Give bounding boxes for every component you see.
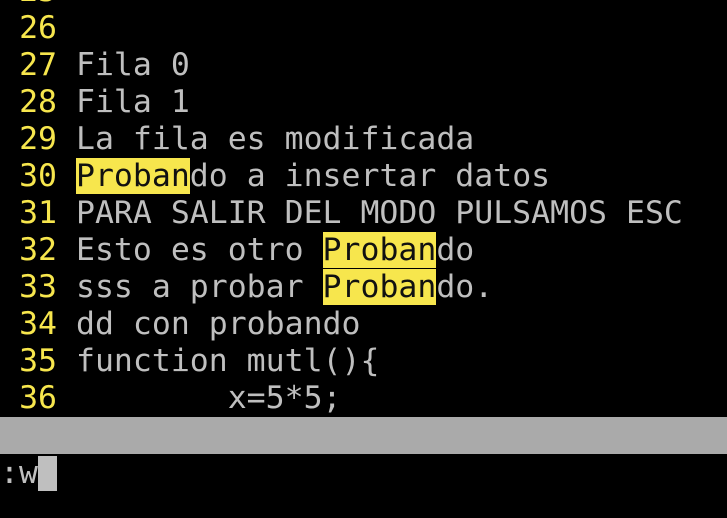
text-segment: function mutl(){ — [76, 343, 380, 379]
gutter-separator — [57, 10, 76, 47]
text-segment: do — [436, 232, 475, 268]
gutter-separator — [57, 84, 76, 121]
text-segment: sss a probar — [76, 269, 323, 305]
gutter-separator — [57, 47, 76, 84]
text-segment: La fila es modificada — [76, 121, 475, 157]
line-text[interactable]: function mutl(){ — [76, 343, 379, 380]
editor-line[interactable]: 25 — [0, 0, 727, 10]
command-text[interactable]: :w — [0, 455, 38, 492]
line-number: 34 — [19, 306, 57, 342]
editor-line[interactable]: 27 Fila 0 — [0, 47, 727, 84]
gutter-separator — [57, 232, 76, 269]
gutter-separator — [57, 343, 76, 380]
editor-line[interactable]: 29 La fila es modificada — [0, 121, 727, 158]
cursor — [37, 456, 57, 491]
line-number: 32 — [19, 232, 57, 268]
editor-line[interactable]: 34 dd con probando — [0, 306, 727, 343]
gutter-separator — [57, 380, 76, 417]
editor-line[interactable]: 26 — [0, 10, 727, 47]
line-number: 31 — [19, 195, 57, 231]
line-text[interactable]: Esto es otro Probando — [76, 232, 474, 269]
line-text[interactable]: La fila es modificada — [76, 121, 474, 158]
editor-line[interactable]: 31 PARA SALIR DEL MODO PULSAMOS ESC — [0, 195, 727, 232]
search-match: Proban — [76, 158, 190, 194]
line-text[interactable]: x=5*5; — [76, 380, 342, 417]
editor-line[interactable]: 32 Esto es otro Probando — [0, 232, 727, 269]
text-segment: x=5*5; — [76, 380, 342, 416]
line-text[interactable]: sss a probar Probando. — [76, 269, 493, 306]
line-number: 36 — [19, 380, 57, 416]
gutter-separator — [57, 195, 76, 232]
search-match: Proban — [322, 269, 437, 305]
line-text[interactable]: Fila 0 — [76, 47, 190, 84]
gutter-separator — [57, 158, 76, 195]
line-text[interactable]: Fila 1 — [76, 84, 190, 121]
gutter-separator — [57, 269, 76, 306]
editor-line[interactable]: 30 Probando a insertar datos — [0, 158, 727, 195]
gutter-separator — [57, 306, 76, 343]
gutter-separator — [57, 121, 76, 158]
editor-line[interactable]: 28 Fila 1 — [0, 84, 727, 121]
text-segment: dd con probando — [76, 306, 361, 342]
search-match: Proban — [322, 232, 437, 268]
editor-line[interactable]: 36 x=5*5; — [0, 380, 727, 417]
line-number: 25 — [0, 0, 57, 10]
command-line[interactable]: :w — [0, 455, 57, 492]
line-number: 28 — [19, 84, 57, 120]
line-number: 33 — [19, 269, 57, 305]
line-number: 26 — [19, 10, 57, 46]
gutter-separator — [57, 0, 76, 10]
text-segment: Fila 1 — [76, 84, 190, 120]
line-number: 29 — [19, 121, 57, 157]
line-number: 30 — [19, 158, 57, 194]
text-segment: Fila 0 — [76, 47, 190, 83]
text-segment: PARA SALIR DEL MODO PULSAMOS ESC — [76, 195, 683, 231]
text-segment: do. — [436, 269, 494, 305]
line-number: 35 — [19, 343, 57, 379]
line-text[interactable]: dd con probando — [76, 306, 360, 343]
editor-line[interactable]: 33 sss a probar Probando. — [0, 269, 727, 306]
text-segment: do a insertar datos — [189, 158, 551, 194]
line-text[interactable]: Probando a insertar datos — [76, 158, 550, 195]
line-text[interactable]: PARA SALIR DEL MODO PULSAMOS ESC — [76, 195, 683, 232]
status-filename: pruebas.txt — [37, 454, 247, 490]
status-bar: pruebas.txt — [0, 417, 727, 490]
editor-buffer[interactable]: 252627 Fila 0 28 Fila 1 29 La fila es modific… — [0, 0, 727, 417]
text-segment: Esto es otro — [76, 232, 323, 268]
line-number: 27 — [19, 47, 57, 83]
editor-line[interactable]: 35 function mutl(){ — [0, 343, 727, 380]
